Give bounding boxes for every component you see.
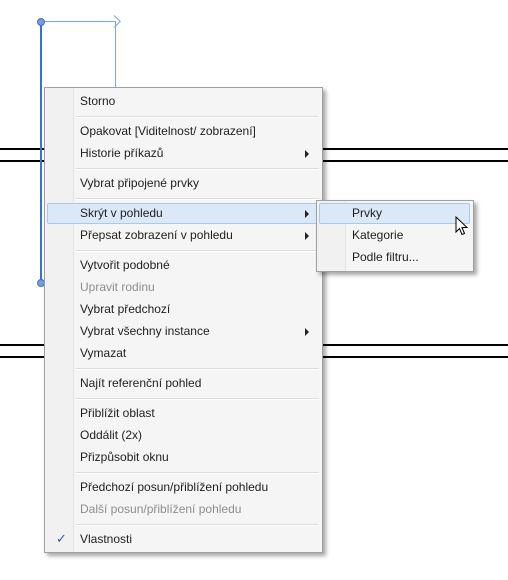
menu-separator	[76, 368, 319, 370]
dimension-line	[42, 21, 116, 22]
menu-item-predchozi-posun[interactable]: Předchozí posun/přiblížení pohledu	[47, 477, 319, 498]
menu-item-dalsi-posun[interactable]: Další posun/přiblížení pohledu	[47, 499, 319, 520]
menu-item-vybrat-vsechny-instance[interactable]: Vybrat všechny instance	[47, 321, 319, 342]
menu-item-label: Další posun/přiblížení pohledu	[80, 502, 242, 516]
chevron-right-icon	[305, 232, 309, 240]
mouse-pointer-icon	[455, 216, 469, 236]
dimension-line	[115, 21, 116, 87]
menu-separator	[76, 168, 319, 170]
chevron-right-icon	[305, 328, 309, 336]
chevron-right-icon	[305, 210, 309, 218]
menu-item-vlastnosti[interactable]: ✓ Vlastnosti	[47, 529, 319, 550]
menu-item-najit-referencni[interactable]: Najít referenční pohled	[47, 373, 319, 394]
menu-separator	[76, 250, 319, 252]
menu-item-label: Přiblížit oblast	[80, 406, 155, 420]
menu-separator	[76, 472, 319, 474]
submenu-item-kategorie[interactable]: Kategorie	[319, 225, 470, 246]
menu-item-upravit-rodinu[interactable]: Upravit rodinu	[47, 277, 319, 298]
menu-separator	[76, 398, 319, 400]
menu-item-label: Vybrat všechny instance	[80, 324, 210, 338]
menu-item-vymazat[interactable]: Vymazat	[47, 343, 319, 364]
menu-item-label: Opakovat [Viditelnost/ zobrazení]	[80, 124, 256, 138]
menu-item-label: Storno	[80, 94, 116, 108]
menu-item-vybrat-predchozi[interactable]: Vybrat předchozí	[47, 299, 319, 320]
menu-item-oddalit[interactable]: Oddálit (2x)	[47, 425, 319, 446]
submenu-item-prvky[interactable]: Prvky	[319, 203, 470, 224]
menu-item-label: Prvky	[352, 206, 382, 220]
menu-item-label: Přizpůsobit oknu	[80, 450, 169, 464]
menu-item-skryt-v-pohledu[interactable]: Skrýt v pohledu	[47, 203, 319, 224]
menu-item-label: Najít referenční pohled	[80, 376, 202, 390]
menu-item-label: Vybrat předchozí	[80, 302, 171, 316]
chevron-right-icon	[305, 150, 309, 158]
menu-item-prepsat-zobrazeni[interactable]: Přepsat zobrazení v pohledu	[47, 225, 319, 246]
menu-item-storno[interactable]: Storno	[47, 91, 319, 112]
checkmark-icon: ✓	[56, 531, 67, 546]
menu-item-opakovat[interactable]: Opakovat [Viditelnost/ zobrazení]	[47, 121, 319, 142]
submenu-item-podle-filtru[interactable]: Podle filtru...	[319, 247, 470, 268]
selected-line[interactable]	[40, 21, 42, 284]
menu-item-label: Kategorie	[352, 228, 404, 242]
menu-item-label: Vlastnosti	[80, 532, 133, 546]
menu-item-label: Vybrat připojené prvky	[80, 176, 199, 190]
menu-item-label: Vytvořit podobné	[80, 258, 170, 272]
context-menu: Storno Opakovat [Viditelnost/ zobrazení]…	[44, 87, 323, 553]
menu-item-label: Oddálit (2x)	[80, 428, 143, 442]
menu-item-label: Předchozí posun/přiblížení pohledu	[80, 480, 269, 494]
menu-separator	[76, 524, 319, 526]
menu-item-label: Skrýt v pohledu	[80, 206, 163, 220]
menu-item-prizpusobit-oknu[interactable]: Přizpůsobit oknu	[47, 447, 319, 468]
dimension-arrow-icon	[108, 15, 121, 28]
menu-item-label: Přepsat zobrazení v pohledu	[80, 228, 233, 242]
menu-item-label: Vymazat	[80, 346, 127, 360]
menu-separator	[76, 198, 319, 200]
menu-item-priblizit-oblast[interactable]: Přiblížit oblast	[47, 403, 319, 424]
menu-item-label: Podle filtru...	[352, 250, 419, 264]
menu-item-label: Historie příkazů	[80, 146, 164, 160]
menu-separator	[76, 116, 319, 118]
menu-item-label: Upravit rodinu	[80, 280, 155, 294]
menu-item-vytvorit-podobne[interactable]: Vytvořit podobné	[47, 255, 319, 276]
submenu-skryt-v-pohledu: Prvky Kategorie Podle filtru...	[316, 200, 474, 272]
menu-item-vybrat-pripojene[interactable]: Vybrat připojené prvky	[47, 173, 319, 194]
menu-item-historie[interactable]: Historie příkazů	[47, 143, 319, 164]
line-endpoint-grip[interactable]	[37, 18, 45, 26]
